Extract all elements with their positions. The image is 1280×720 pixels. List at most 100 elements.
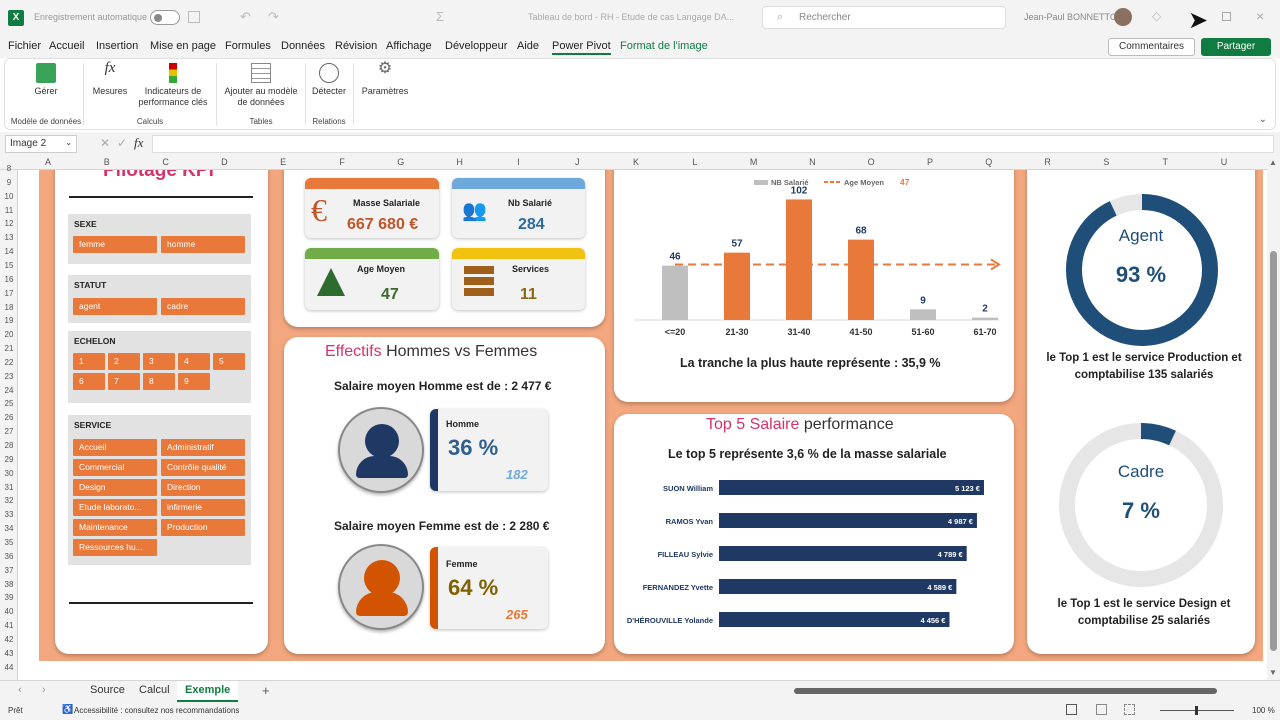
row-header-11[interactable]: 11 [0, 206, 18, 215]
slicer-item-echelon-8[interactable]: 8 [143, 373, 175, 390]
row-header-9[interactable]: 9 [0, 178, 18, 187]
slicer-item-echelon-2[interactable]: 2 [108, 353, 140, 370]
column-header-S[interactable]: S [1101, 157, 1111, 167]
menu-aide[interactable]: Aide [517, 40, 539, 52]
row-header-37[interactable]: 37 [0, 566, 18, 575]
tab-source[interactable]: Source [90, 684, 125, 696]
row-header-34[interactable]: 34 [0, 524, 18, 533]
save-icon[interactable] [188, 11, 200, 23]
menu-developpeur[interactable]: Développeur [445, 40, 507, 52]
row-header-19[interactable]: 19 [0, 316, 18, 325]
zoom-level[interactable]: 100 % [1252, 706, 1275, 715]
row-header-24[interactable]: 24 [0, 386, 18, 395]
menu-power-pivot[interactable]: Power Pivot [552, 40, 611, 55]
row-header-16[interactable]: 16 [0, 275, 18, 284]
gerer-button[interactable]: Gérer [21, 63, 71, 97]
column-header-Q[interactable]: Q [984, 157, 994, 167]
tab-calcul[interactable]: Calcul [139, 684, 170, 696]
menu-revision[interactable]: Révision [335, 40, 377, 52]
vertical-scrollbar[interactable]: ▲ ▼ [1267, 156, 1280, 680]
menu-format-image[interactable]: Format de l'image [620, 40, 708, 52]
row-header-42[interactable]: 42 [0, 635, 18, 644]
zoom-slider[interactable] [1160, 706, 1234, 715]
row-header-21[interactable]: 21 [0, 344, 18, 353]
row-header-12[interactable]: 12 [0, 219, 18, 228]
slicer-item-administratif[interactable]: Administratif [161, 439, 245, 456]
row-header-43[interactable]: 43 [0, 649, 18, 658]
autosave-toggle[interactable] [150, 10, 180, 25]
column-header-A[interactable]: A [43, 157, 53, 167]
normal-view-icon[interactable] [1066, 704, 1077, 715]
detecter-button[interactable]: Détecter [307, 63, 351, 97]
horizontal-scrollbar[interactable] [784, 686, 1264, 696]
slicer-item-echelon-5[interactable]: 5 [213, 353, 245, 370]
row-header-27[interactable]: 27 [0, 427, 18, 436]
row-header-39[interactable]: 39 [0, 593, 18, 602]
accessibility-status[interactable]: Accessibilité : consultez nos recommanda… [74, 706, 239, 715]
tab-prev-icon[interactable]: ‹ [18, 684, 22, 696]
fx-icon[interactable]: fx [134, 135, 143, 151]
scroll-down-icon[interactable]: ▼ [1269, 668, 1277, 677]
slicer-item-homme[interactable]: homme [161, 236, 245, 253]
row-header-18[interactable]: 18 [0, 303, 18, 312]
search-box[interactable]: ⌕ Rechercher [762, 6, 1006, 29]
slicer-item-agent[interactable]: agent [73, 298, 157, 315]
row-header-20[interactable]: 20 [0, 330, 18, 339]
slicer-item-infirmerie[interactable]: infirmerie [161, 499, 245, 516]
column-header-D[interactable]: D [219, 157, 229, 167]
parametres-button[interactable]: ⚙ Paramètres [357, 61, 413, 97]
row-header-22[interactable]: 22 [0, 358, 18, 367]
tab-next-icon[interactable]: › [42, 684, 46, 696]
column-header-N[interactable]: N [807, 157, 817, 167]
row-header-29[interactable]: 29 [0, 455, 18, 464]
slicer-item-echelon-1[interactable]: 1 [73, 353, 105, 370]
column-header-U[interactable]: U [1219, 157, 1229, 167]
slicer-item-direction[interactable]: Direction [161, 479, 245, 496]
sheet-area[interactable]: Pilotage KPI SEXE femme homme STATUT age… [18, 170, 1267, 680]
slicer-item-echelon-4[interactable]: 4 [178, 353, 210, 370]
column-header-E[interactable]: E [278, 157, 288, 167]
row-header-17[interactable]: 17 [0, 289, 18, 298]
menu-fichier[interactable]: Fichier [8, 40, 41, 52]
row-header-10[interactable]: 10 [0, 192, 18, 201]
slicer-item-ressources[interactable]: Ressources hu... [73, 539, 157, 556]
row-header-26[interactable]: 26 [0, 413, 18, 422]
menu-donnees[interactable]: Données [281, 40, 325, 52]
column-header-I[interactable]: I [513, 157, 523, 167]
diamond-icon[interactable]: ◇ [1152, 9, 1161, 23]
slicer-item-echelon-6[interactable]: 6 [73, 373, 105, 390]
column-header-G[interactable]: G [396, 157, 406, 167]
row-header-33[interactable]: 33 [0, 510, 18, 519]
sum-icon[interactable]: Σ [436, 9, 444, 24]
row-header-14[interactable]: 14 [0, 247, 18, 256]
confirm-icon[interactable]: ✓ [117, 136, 127, 150]
row-header-13[interactable]: 13 [0, 233, 18, 242]
slicer-item-echelon-9[interactable]: 9 [178, 373, 210, 390]
row-header-38[interactable]: 38 [0, 580, 18, 589]
collapse-ribbon-icon[interactable]: ⌄ [1259, 114, 1267, 125]
share-button[interactable]: Partager [1201, 38, 1271, 56]
user-name[interactable]: Jean-Paul BONNETTO [1024, 12, 1117, 22]
page-break-icon[interactable] [1124, 704, 1135, 715]
slicer-item-accueil[interactable]: Accueil [73, 439, 157, 456]
slicer-item-commercial[interactable]: Commercial [73, 459, 157, 476]
comments-button[interactable]: Commentaires [1108, 38, 1195, 56]
add-sheet-icon[interactable]: + [262, 683, 270, 698]
slicer-item-femme[interactable]: femme [73, 236, 157, 253]
row-header-30[interactable]: 30 [0, 469, 18, 478]
menu-accueil[interactable]: Accueil [49, 40, 84, 52]
undo-icon[interactable]: ↶ [240, 9, 251, 25]
slicer-item-cadre[interactable]: cadre [161, 298, 245, 315]
column-header-R[interactable]: R [1043, 157, 1053, 167]
tab-exemple[interactable]: Exemple [177, 681, 239, 702]
formula-input[interactable] [152, 135, 1274, 153]
slicer-item-echelon-7[interactable]: 7 [108, 373, 140, 390]
menu-affichage[interactable]: Affichage [386, 40, 432, 52]
slicer-item-echelon-3[interactable]: 3 [143, 353, 175, 370]
slicer-item-maintenance[interactable]: Maintenance [73, 519, 157, 536]
row-header-35[interactable]: 35 [0, 538, 18, 547]
scroll-up-icon[interactable]: ▲ [1269, 158, 1277, 167]
column-header-M[interactable]: M [749, 157, 759, 167]
slicer-item-design[interactable]: Design [73, 479, 157, 496]
column-header-H[interactable]: H [455, 157, 465, 167]
